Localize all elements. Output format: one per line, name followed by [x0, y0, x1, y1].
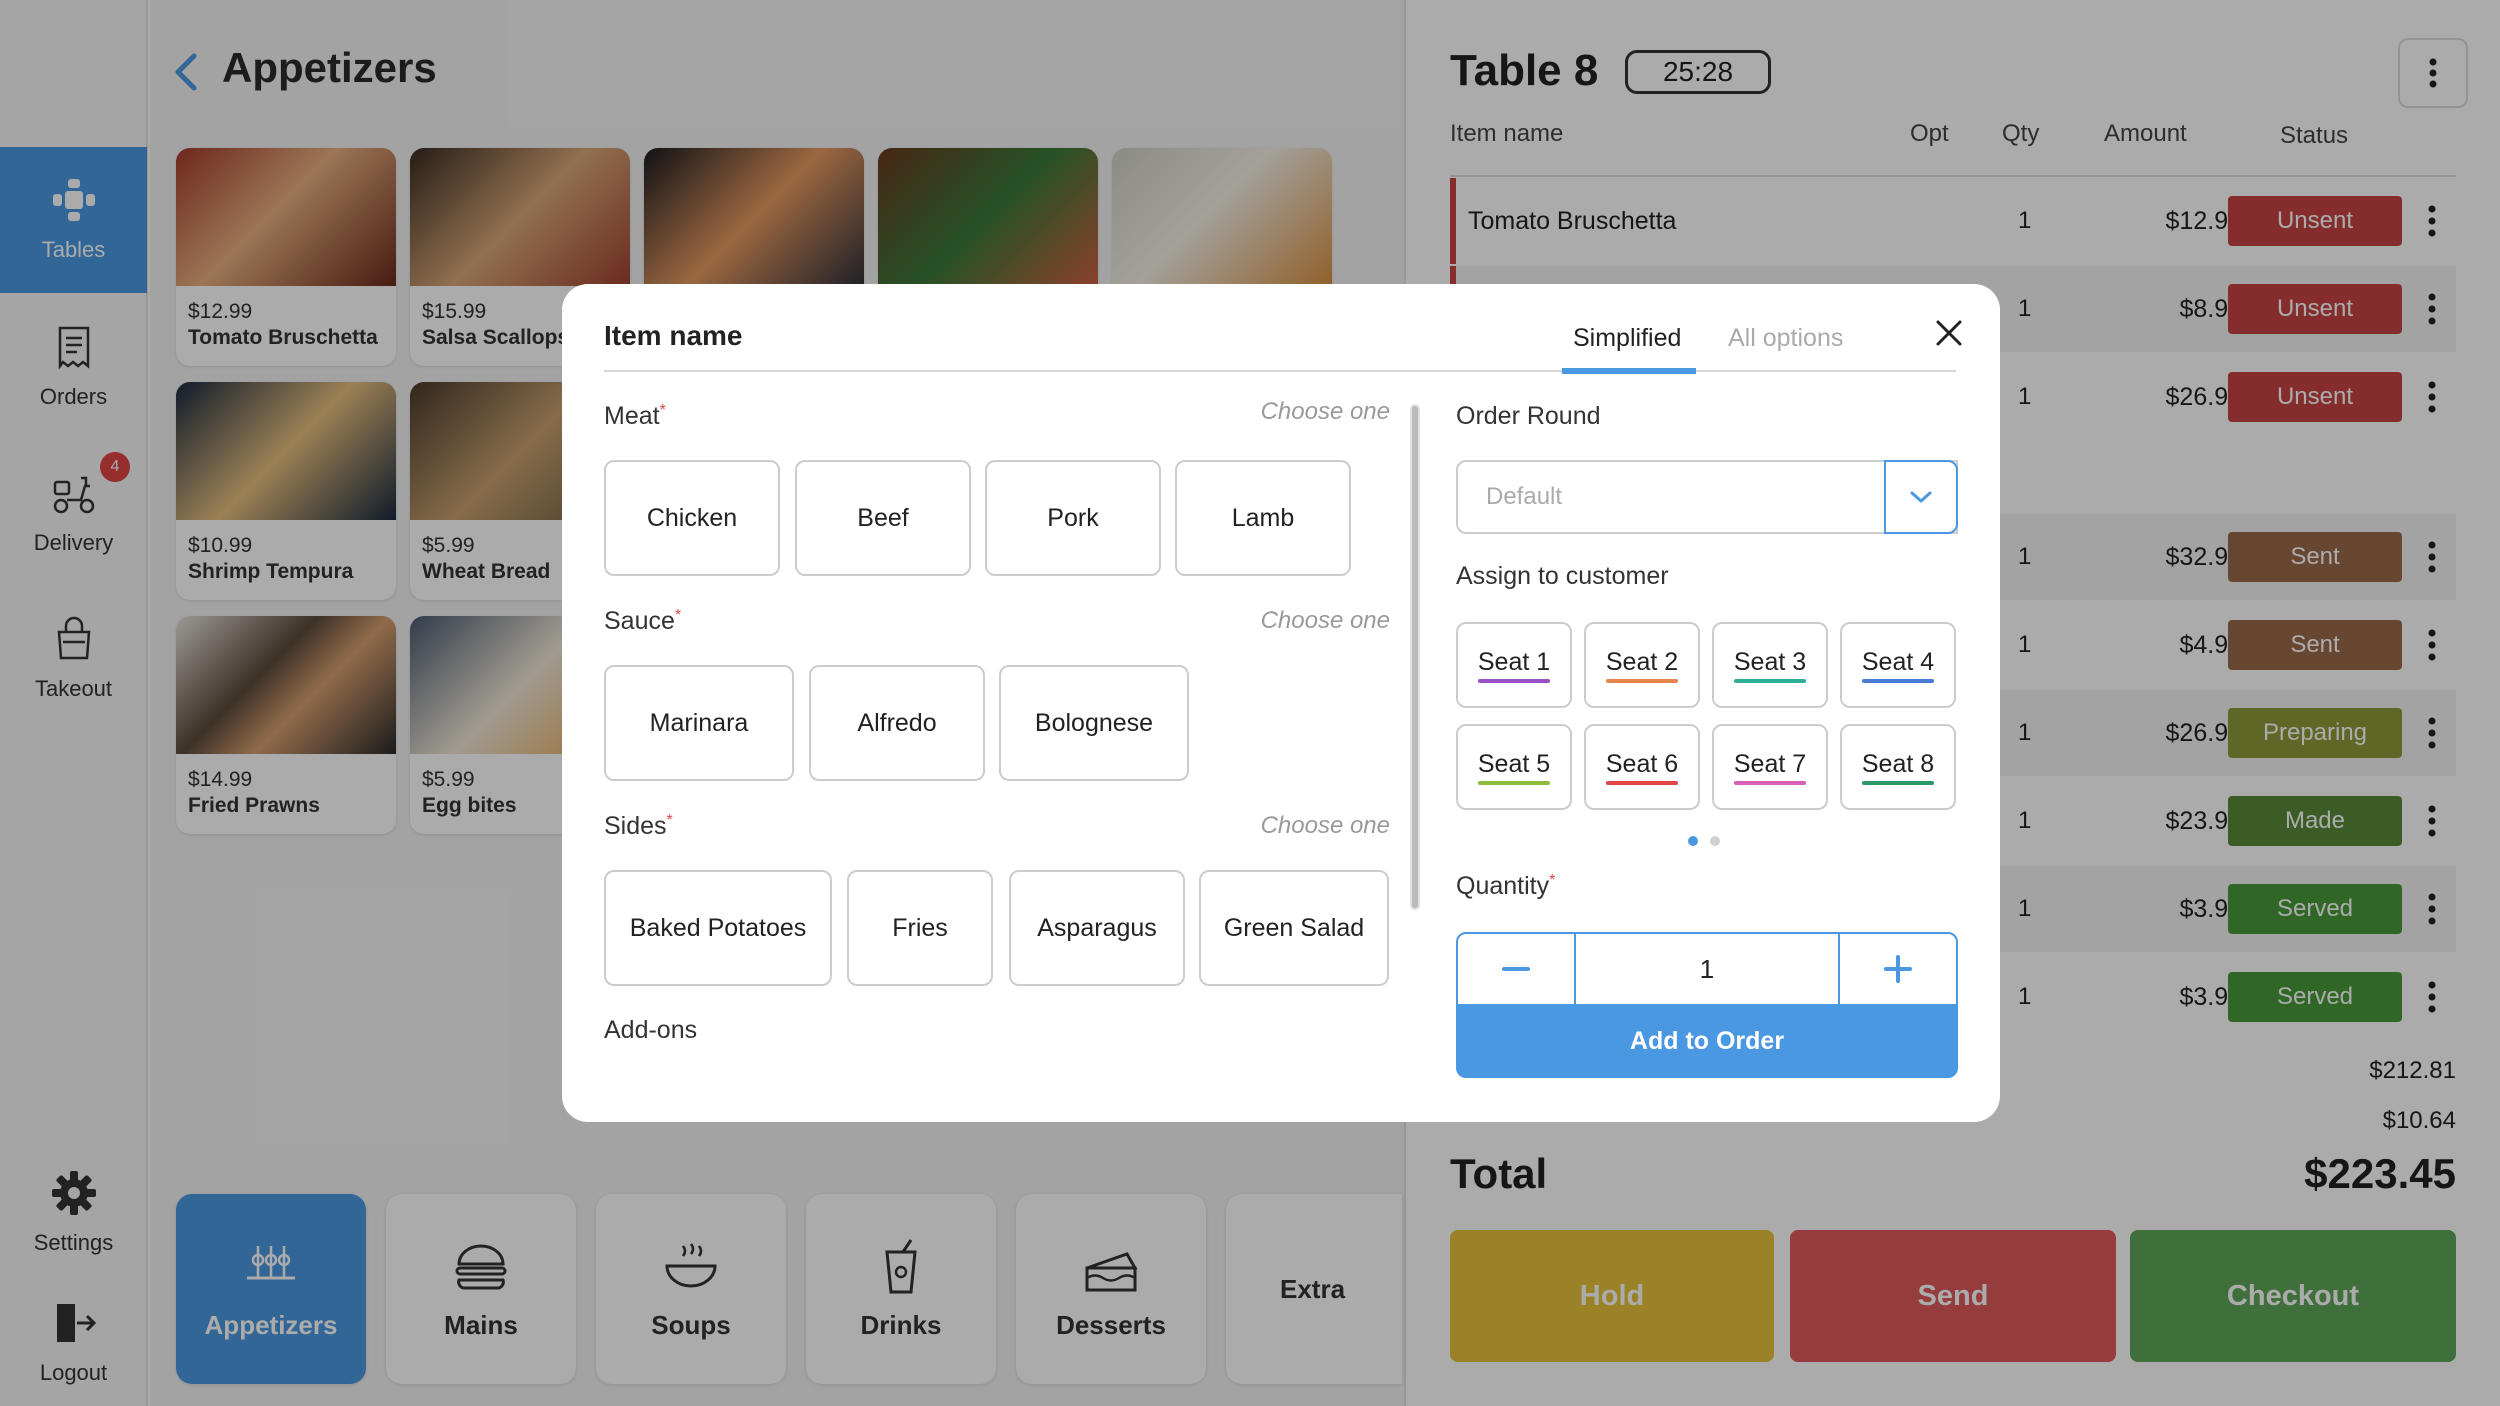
seat-color-underline [1605, 780, 1679, 785]
seat-button-2[interactable]: Seat 2 [1584, 622, 1700, 708]
page-dot[interactable] [1710, 836, 1720, 846]
chevron-down-icon [1910, 491, 1932, 503]
tab-simplified[interactable]: Simplified [1573, 324, 1681, 353]
seat-label-text: Seat 3 [1733, 647, 1807, 676]
seat-button-3[interactable]: Seat 3 [1712, 622, 1828, 708]
seat-label: Seat 7 [1733, 749, 1807, 785]
sauce-option-bolognese[interactable]: Bolognese [999, 665, 1189, 781]
meat-option-lamb[interactable]: Lamb [1175, 460, 1351, 576]
sauce-label: Sauce* [604, 607, 682, 635]
seat-label-text: Seat 7 [1733, 749, 1807, 778]
meat-option-beef[interactable]: Beef [795, 460, 971, 576]
tab-all-options[interactable]: All options [1728, 324, 1843, 353]
sides-option-asparagus[interactable]: Asparagus [1009, 870, 1185, 986]
seat-label-text: Seat 5 [1477, 749, 1551, 778]
sauce-hint: Choose one [1260, 607, 1390, 634]
seat-button-6[interactable]: Seat 6 [1584, 724, 1700, 810]
seat-button-8[interactable]: Seat 8 [1840, 724, 1956, 810]
seat-label: Seat 2 [1605, 647, 1679, 683]
sides-option-baked-potatoes[interactable]: Baked Potatoes [604, 870, 832, 986]
seat-button-1[interactable]: Seat 1 [1456, 622, 1572, 708]
seat-label: Seat 5 [1477, 749, 1551, 785]
sauce-option-alfredo[interactable]: Alfredo [809, 665, 985, 781]
add-to-order-button[interactable]: Add to Order [1456, 1004, 1958, 1078]
order-round-select[interactable]: Default [1456, 460, 1958, 534]
sides-label-text: Sides [604, 812, 667, 840]
order-round-dropdown-button[interactable] [1884, 460, 1958, 534]
order-round-label: Order Round [1456, 402, 1601, 430]
seat-color-underline [1477, 678, 1551, 683]
quantity-increment-button[interactable] [1840, 934, 1956, 1004]
sauce-label-text: Sauce [604, 607, 675, 635]
sides-hint: Choose one [1260, 812, 1390, 839]
quantity-stepper: 1 [1456, 932, 1958, 1006]
sides-label: Sides* [604, 812, 673, 840]
sides-option-fries[interactable]: Fries [847, 870, 993, 986]
seat-label: Seat 1 [1477, 647, 1551, 683]
sauce-option-marinara[interactable]: Marinara [604, 665, 794, 781]
meat-label: Meat* [604, 402, 666, 430]
seat-button-4[interactable]: Seat 4 [1840, 622, 1956, 708]
assign-customer-label: Assign to customer [1456, 562, 1669, 590]
addons-label: Add-ons [604, 1016, 698, 1044]
minus-icon [1502, 967, 1530, 971]
quantity-label-text: Quantity [1456, 872, 1550, 900]
meat-hint: Choose one [1260, 398, 1390, 425]
seat-label-text: Seat 4 [1861, 647, 1935, 676]
plus-icon [1884, 955, 1912, 983]
modal-title: Item name [604, 320, 743, 351]
active-tab-indicator [1562, 368, 1696, 374]
seat-label-text: Seat 6 [1605, 749, 1679, 778]
seat-color-underline [1861, 780, 1935, 785]
quantity-decrement-button[interactable] [1458, 934, 1574, 1004]
seat-label-text: Seat 8 [1861, 749, 1935, 778]
seat-label: Seat 4 [1861, 647, 1935, 683]
seat-label: Seat 8 [1861, 749, 1935, 785]
seat-color-underline [1861, 678, 1935, 683]
seat-color-underline [1733, 780, 1807, 785]
seat-color-underline [1605, 678, 1679, 683]
modal-header-divider [604, 370, 1956, 372]
close-icon[interactable] [1934, 318, 1964, 348]
quantity-value[interactable]: 1 [1574, 934, 1840, 1004]
seat-button-5[interactable]: Seat 5 [1456, 724, 1572, 810]
seat-color-underline [1477, 780, 1551, 785]
seat-label-text: Seat 2 [1605, 647, 1679, 676]
options-scrollbar-thumb[interactable] [1412, 406, 1418, 908]
seat-label: Seat 6 [1605, 749, 1679, 785]
page-dot-active[interactable] [1688, 836, 1698, 846]
seat-label-text: Seat 1 [1477, 647, 1551, 676]
quantity-label: Quantity* [1456, 872, 1556, 900]
seat-color-underline [1733, 678, 1807, 683]
seat-label: Seat 3 [1733, 647, 1807, 683]
meat-label-text: Meat [604, 402, 660, 430]
meat-option-chicken[interactable]: Chicken [604, 460, 780, 576]
meat-option-pork[interactable]: Pork [985, 460, 1161, 576]
sides-option-green-salad[interactable]: Green Salad [1199, 870, 1389, 986]
seat-button-7[interactable]: Seat 7 [1712, 724, 1828, 810]
